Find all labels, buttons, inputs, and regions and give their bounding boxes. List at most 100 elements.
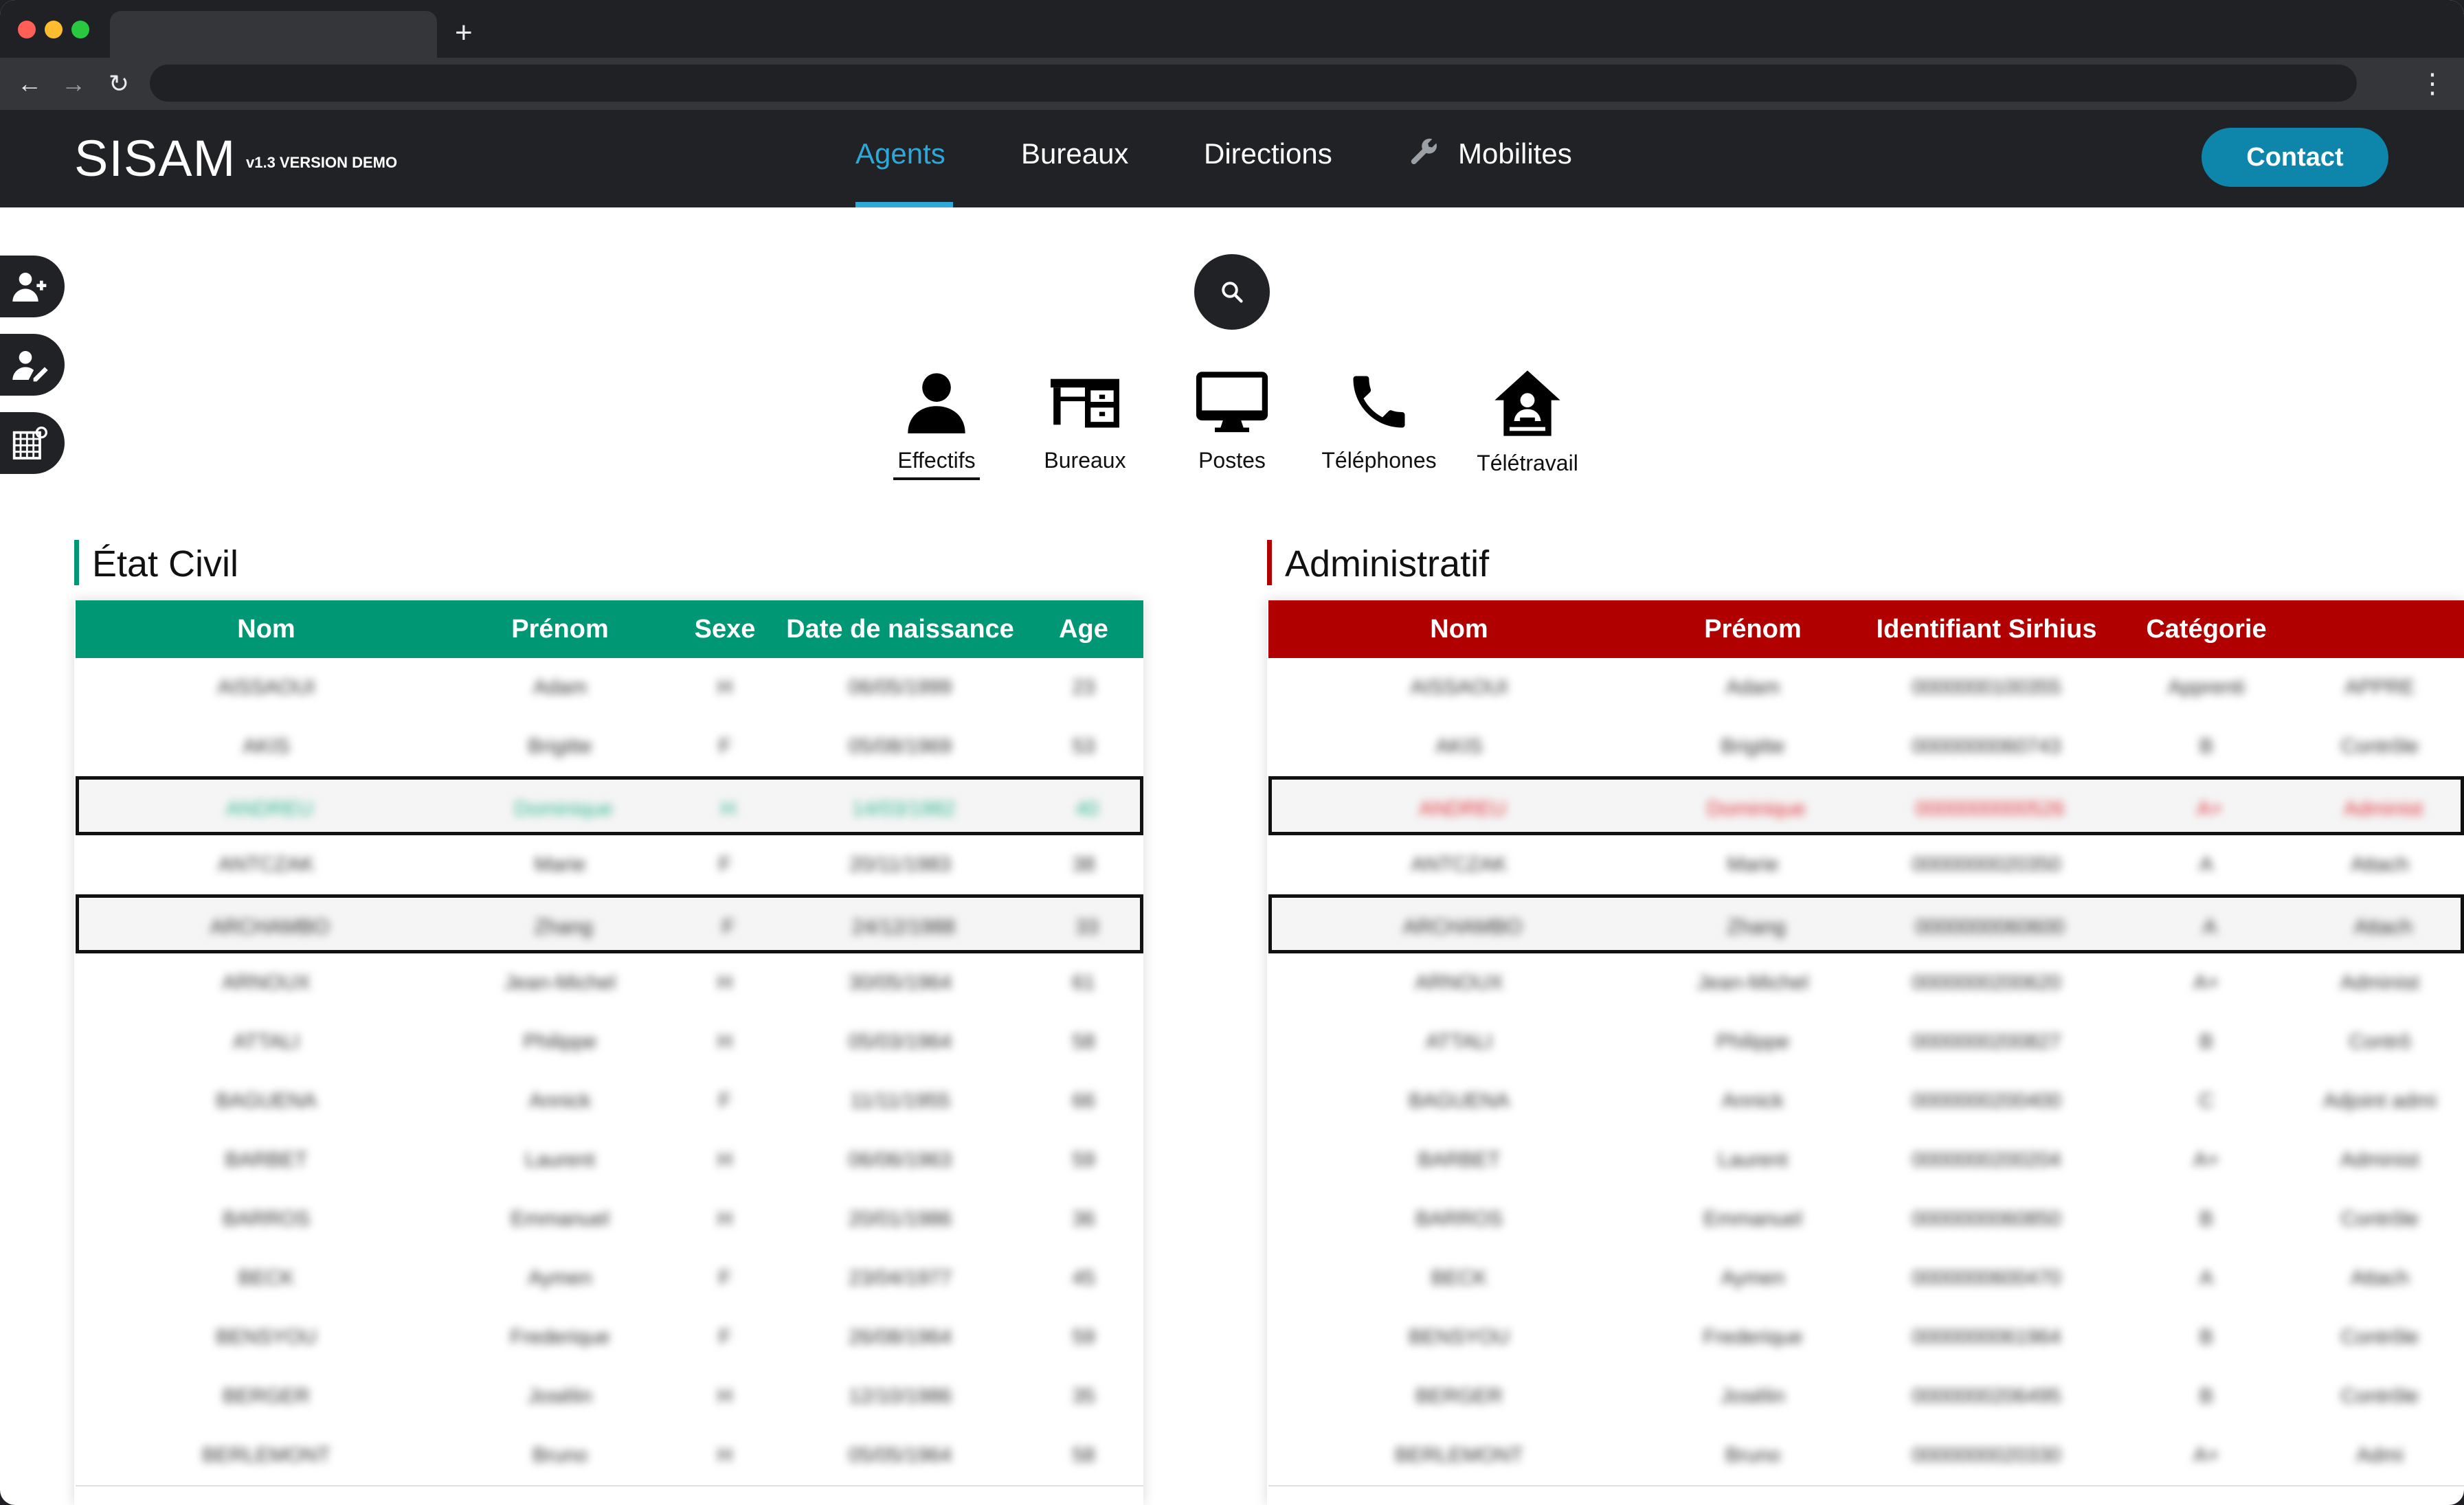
column-header-prenom[interactable]: Prénom — [1650, 600, 1856, 658]
table-row[interactable]: BERGER Josélin H 12/10/1986 35 — [76, 1367, 1143, 1427]
table-cell: 05/08/1969 — [848, 735, 952, 758]
table-cell: 06/05/1999 — [848, 676, 952, 699]
table-cell: BERGER — [1415, 1385, 1503, 1407]
column-header-sexe[interactable]: Sexe — [663, 600, 787, 658]
category-postes[interactable]: Postes — [1174, 367, 1290, 473]
table-cell: B — [2199, 1385, 2213, 1407]
table-row[interactable]: AKIS Brigitte F 05/08/1969 53 — [76, 717, 1143, 778]
back-arrow-icon[interactable]: ← — [12, 58, 47, 110]
table-cell: ANDREU — [226, 797, 313, 820]
version-label: v1.3 VERSION DEMO — [246, 154, 398, 171]
table-cell: Philippe — [1716, 1030, 1790, 1053]
table-row[interactable]: ANDREU Dominique 0000000000526 A+ Administ — [1268, 776, 2464, 835]
table-cell: 12/10/1986 — [848, 1385, 952, 1407]
table-row[interactable]: BERLEMONT Bruno H 05/05/1964 58 — [76, 1426, 1143, 1486]
nav-item-agents[interactable]: Agents — [855, 135, 945, 173]
browser-tab[interactable] — [110, 11, 437, 58]
table-row[interactable]: ARCHAMBO Zhang 0000000060600 A Attach — [1268, 894, 2464, 953]
table-cell: BARBET — [1418, 1148, 1501, 1171]
category-label: Télétravail — [1477, 451, 1578, 475]
table-cell: H — [717, 1208, 732, 1230]
table-row[interactable]: ATTALI Philippe 0000000200827 B Contrô — [1268, 1012, 2464, 1073]
table-row[interactable]: BERGER Josélin 0000000206495 B Contrôle — [1268, 1367, 2464, 1427]
table-row[interactable]: BECK Aymen F 23/04/1977 45 — [76, 1249, 1143, 1309]
table-row[interactable]: ARNOUX Jean-Michel H 30/05/1964 61 — [76, 953, 1143, 1014]
table-cell: 23/04/1977 — [848, 1267, 952, 1289]
edit-agent-button[interactable] — [0, 334, 65, 396]
minimize-window-button[interactable] — [45, 21, 63, 38]
brand-logo[interactable]: SISAM — [74, 128, 236, 190]
table-row[interactable]: AISSAOUI Adam H 06/05/1999 23 — [76, 658, 1143, 718]
table-row[interactable]: BARBET Laurent 0000000200204 A+ Administ — [1268, 1131, 2464, 1191]
table-cell: A — [2199, 853, 2213, 876]
category-bureaux[interactable]: Bureaux — [1027, 367, 1143, 473]
table-cell: B — [2199, 1030, 2213, 1053]
table-cell: 26/08/1964 — [848, 1326, 952, 1348]
table-cell: 36 — [1072, 1208, 1095, 1230]
table-row[interactable]: ANTCZAK Marie F 20/11/1983 38 — [76, 835, 1143, 896]
nav-item-directions[interactable]: Directions — [1204, 135, 1332, 173]
table-cell: ARCHAMBO — [210, 916, 330, 938]
table-row[interactable]: AKIS Brigitte 0000000060743 B Contrôle — [1268, 717, 2464, 778]
add-agent-button[interactable] — [0, 256, 65, 317]
administratif-title: Administratif — [1285, 543, 1490, 585]
column-header-identifiant-sirhius[interactable]: Identifiant Sirhius — [1856, 600, 2117, 658]
table-cell: Emmanuel — [1703, 1208, 1802, 1230]
table-row[interactable]: ANTCZAK Marie 0000000020350 A Attach — [1268, 835, 2464, 896]
nav-item-mobilites[interactable]: Mobilites — [1458, 135, 1572, 173]
spreadsheet-button[interactable] — [0, 412, 65, 474]
column-header-date-naissance[interactable]: Date de naissance — [776, 600, 1024, 658]
table-row[interactable]: BENSYOU Frederique F 26/08/1964 59 — [76, 1308, 1143, 1368]
browser-menu-icon[interactable]: ⋮ — [2419, 58, 2446, 110]
table-cell: Frederique — [1703, 1326, 1803, 1348]
contact-button[interactable]: Contact — [2202, 128, 2388, 187]
table-cell: Admi — [2356, 1444, 2404, 1467]
column-header-nom[interactable]: Nom — [76, 600, 457, 658]
column-header-nom[interactable]: Nom — [1268, 600, 1650, 658]
table-cell: 30/05/1964 — [848, 971, 952, 994]
address-bar[interactable] — [150, 65, 2357, 102]
close-window-button[interactable] — [18, 21, 36, 38]
new-tab-plus-icon[interactable]: + — [455, 12, 473, 54]
table-row[interactable]: BARROS Emmanuel H 20/01/1986 36 — [76, 1190, 1143, 1250]
table-row[interactable]: BECK Aymen 0000000600470 A Attach — [1268, 1249, 2464, 1309]
table-row[interactable]: AISSAOUI Adam 0000000100355 Apprenti APPRE — [1268, 658, 2464, 718]
table-cell: Zhang — [1727, 916, 1786, 938]
category-teletravail[interactable]: Télétravail — [1469, 367, 1586, 476]
reload-icon[interactable]: ↻ — [102, 58, 136, 110]
table-cell: BECK — [238, 1267, 295, 1289]
table-cell: 0000000061964 — [1912, 1326, 2061, 1348]
table-cell: BARROS — [223, 1208, 310, 1230]
table-row[interactable]: BARROS Emmanuel 0000000060850 B Contrôle — [1268, 1190, 2464, 1250]
table-cell: A+ — [2193, 1444, 2219, 1467]
table-row[interactable]: ATTALI Philippe H 05/03/1964 58 — [76, 1012, 1143, 1073]
category-effectifs[interactable]: Effectifs — [878, 367, 995, 473]
column-header-age[interactable]: Age — [1024, 600, 1143, 658]
table-row[interactable]: ARCHAMBO Zhang F 24/12/1988 33 — [76, 894, 1143, 953]
table-cell: Attach — [2353, 916, 2413, 938]
table-row[interactable]: BAGUENA Annick F 11/11/1955 66 — [76, 1072, 1143, 1132]
table-row[interactable]: BARBET Laurent H 06/06/1963 59 — [76, 1131, 1143, 1191]
column-header-categorie[interactable]: Catégorie — [2117, 600, 2296, 658]
column-header-prenom[interactable]: Prénom — [457, 600, 663, 658]
table-row[interactable]: BENSYOU Frederique 0000000061964 B Contrôle — [1268, 1308, 2464, 1368]
table-row[interactable]: ANDREU Dominique H 14/03/1982 40 — [76, 776, 1143, 835]
table-cell: 0000000020330 — [1912, 1444, 2061, 1467]
table-row[interactable]: BERLEMONT Bruno 0000000020330 A+ Admi — [1268, 1426, 2464, 1486]
table-cell: Dominique — [1707, 797, 1806, 820]
category-telephones[interactable]: Téléphones — [1321, 367, 1437, 473]
table-cell: 59 — [1072, 1148, 1095, 1171]
nav-item-bureaux[interactable]: Bureaux — [1021, 135, 1128, 173]
search-button[interactable] — [1194, 254, 1270, 330]
table-cell: Contrôle — [2340, 735, 2419, 758]
table-row[interactable]: ARNOUX Jean-Michel 0000000200620 A+ Administ — [1268, 953, 2464, 1014]
etat-civil-table-header: Nom Prénom Sexe Date de naissance Age — [76, 600, 1143, 658]
forward-arrow-icon[interactable]: → — [56, 58, 91, 110]
table-row[interactable]: BAGUENA Annick 0000000200400 C Adjoint admi — [1268, 1072, 2464, 1132]
category-label: Postes — [1198, 448, 1266, 473]
maximize-window-button[interactable] — [71, 21, 89, 38]
table-cell: 06/06/1963 — [848, 1148, 952, 1171]
desk-icon — [1051, 378, 1119, 428]
table-cell: A+ — [2193, 1148, 2219, 1171]
table-cell: F — [721, 916, 735, 938]
